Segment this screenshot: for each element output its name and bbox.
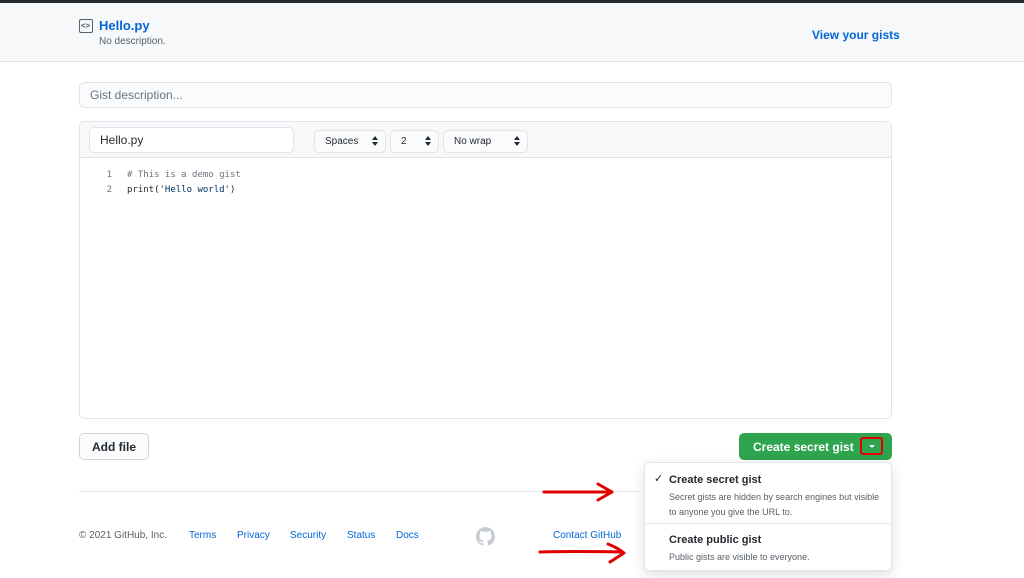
select-arrows-icon <box>514 136 520 147</box>
create-gist-menu: ✓ Create secret gist Secret gists are hi… <box>644 462 892 571</box>
check-icon: ✓ <box>654 473 664 485</box>
file-editor-header: Spaces 2 No wrap <box>80 122 891 158</box>
select-arrows-icon <box>425 136 431 147</box>
footer-link-docs[interactable]: Docs <box>396 530 419 541</box>
code-file-icon: <> <box>79 19 93 33</box>
add-file-button[interactable]: Add file <box>79 433 149 460</box>
gist-header: <> Hello.py No description. View your gi… <box>0 3 1024 62</box>
code-string-token: 'Hello world' <box>159 185 230 195</box>
gist-description: No description. <box>99 36 166 47</box>
indent-mode-select[interactable]: Spaces <box>314 130 386 153</box>
file-editor: Spaces 2 No wrap 1 # This is a demo gist… <box>79 121 892 419</box>
menu-item-create-secret-gist[interactable]: ✓ Create secret gist Secret gists are hi… <box>645 463 891 524</box>
create-gist-button-group: Create secret gist <box>739 433 892 460</box>
footer-link-security[interactable]: Security <box>290 530 326 541</box>
annotation-arrow-icon <box>538 542 626 564</box>
gist-description-input[interactable] <box>79 82 892 108</box>
select-arrows-icon <box>372 136 378 147</box>
gist-title-link[interactable]: Hello.py <box>99 18 150 33</box>
line-number: 1 <box>106 170 112 180</box>
menu-item-create-public-gist[interactable]: Create public gist Public gists are visi… <box>645 524 891 570</box>
wrap-mode-value: No wrap <box>454 136 492 147</box>
code-editor[interactable]: 1 # This is a demo gist 2 print('Hello w… <box>80 168 891 198</box>
indent-mode-value: Spaces <box>325 136 359 147</box>
create-secret-gist-button[interactable]: Create secret gist <box>753 440 854 454</box>
code-text: print('Hello world') <box>127 183 235 198</box>
filename-input[interactable] <box>89 127 294 153</box>
view-your-gists-link[interactable]: View your gists <box>812 28 900 42</box>
wrap-mode-select[interactable]: No wrap <box>443 130 528 153</box>
line-number: 2 <box>106 185 112 195</box>
code-token: print( <box>127 185 160 195</box>
footer-link-privacy[interactable]: Privacy <box>237 530 270 541</box>
menu-item-title: Create secret gist <box>669 474 762 486</box>
indent-size-select[interactable]: 2 <box>390 130 439 153</box>
annotation-arrow-icon <box>542 482 614 502</box>
code-line: 2 print('Hello world') <box>80 183 891 198</box>
menu-item-description: Secret gists are hidden by search engine… <box>669 492 880 517</box>
footer-link-terms[interactable]: Terms <box>189 530 216 541</box>
footer-link-status[interactable]: Status <box>347 530 375 541</box>
indent-size-value: 2 <box>401 136 407 147</box>
footer-copyright: © 2021 GitHub, Inc. <box>79 530 167 541</box>
code-text: # This is a demo gist <box>127 170 241 180</box>
menu-item-title: Create public gist <box>669 534 762 546</box>
code-line: 1 # This is a demo gist <box>80 168 891 183</box>
create-options-caret-button[interactable] <box>860 437 883 455</box>
github-octocat-icon[interactable] <box>476 527 495 546</box>
code-token: ) <box>229 185 236 195</box>
menu-item-description: Public gists are visible to everyone. <box>669 552 810 562</box>
